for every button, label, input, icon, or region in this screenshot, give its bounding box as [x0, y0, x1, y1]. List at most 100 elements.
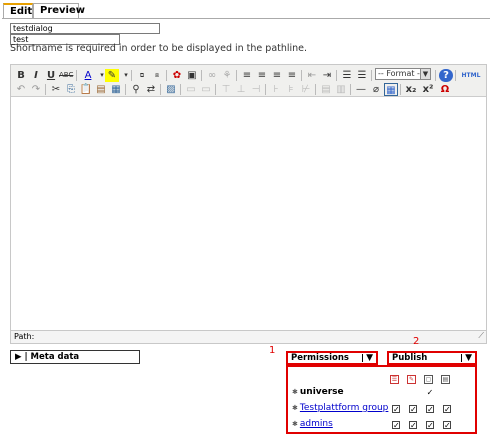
italic-icon[interactable]: I [29, 69, 43, 82]
resize-handle-icon[interactable]: ⟋ [478, 330, 484, 342]
toolbar-separator [350, 84, 351, 95]
permission-read-icon: ☰ [390, 375, 399, 384]
col-before-icon[interactable]: ⊦ [269, 83, 283, 96]
superscript-icon[interactable]: x² [421, 83, 435, 96]
format-select[interactable]: -- Format -- ▼ [375, 68, 431, 80]
group-icon: ✱ [292, 388, 298, 396]
unlink-icon[interactable]: ⚘ [220, 69, 234, 82]
outdent-icon[interactable]: ⇤ [305, 69, 319, 82]
permission-row-link[interactable]: Testplattform group [300, 403, 389, 413]
toolbar-separator [236, 70, 237, 81]
indent-icon[interactable]: ⇥ [320, 69, 334, 82]
permission-checkbox[interactable]: ✓ [426, 389, 434, 397]
replace-icon[interactable]: ⇄ [144, 83, 158, 96]
horizontal-rule-icon[interactable]: — [354, 83, 368, 96]
toolbar-separator [166, 70, 167, 81]
toolbar-separator [76, 70, 77, 81]
toolbar-separator [315, 84, 316, 95]
toolbar-separator [160, 84, 161, 95]
fullscreen-icon[interactable]: ▨ [164, 83, 178, 96]
bold-icon[interactable]: B [14, 69, 28, 82]
strikethrough-icon[interactable]: ABC [59, 69, 73, 82]
toolbar-separator [301, 70, 302, 81]
delete-row-icon[interactable]: ⊣ [249, 83, 263, 96]
permission-checkbox[interactable]: ✓ [409, 405, 417, 414]
link-icon[interactable]: ∞ [205, 69, 219, 82]
row-after-icon[interactable]: ⊥ [234, 83, 248, 96]
permission-checkbox[interactable]: ✓ [392, 421, 400, 430]
publish-dropdown[interactable]: Publish ▼ [387, 351, 477, 365]
rich-text-editor[interactable]: B I U ABC A ▾ ✎ ▾ ⧉ ⧈ ✿ ▣ ∞ ⚘ ≡ ≡ ≡ ≡ ⇤ … [10, 64, 487, 344]
permission-write-icon: ✎ [407, 375, 416, 384]
align-right-icon[interactable]: ≡ [270, 69, 284, 82]
permission-checkbox[interactable]: ✓ [443, 405, 451, 414]
underline-icon[interactable]: U [44, 69, 58, 82]
toolbar-separator [265, 84, 266, 95]
chevron-down-icon: ▼ [420, 69, 430, 79]
select-all-icon[interactable]: ⧉ [135, 69, 149, 82]
find-icon[interactable]: ⚲ [129, 83, 143, 96]
permission-row-link[interactable]: admins [300, 419, 333, 429]
align-center-icon[interactable]: ≡ [255, 69, 269, 82]
help-icon[interactable]: ? [439, 69, 453, 82]
permission-checkbox[interactable]: ✓ [392, 405, 400, 414]
meta-data-button[interactable]: ▶ | Meta data [10, 350, 140, 364]
split-cells-icon[interactable]: ▥ [334, 83, 348, 96]
group-icon: ✱ [292, 420, 298, 428]
permission-checkbox[interactable]: ✓ [426, 405, 434, 414]
font-color-icon[interactable]: A [81, 69, 95, 82]
subscript-icon[interactable]: x₂ [404, 83, 418, 96]
permissions-dropdown[interactable]: Permissions ▼ [286, 351, 378, 365]
permission-publish-icon: ▢ [424, 375, 433, 384]
permission-checkbox[interactable]: ✓ [409, 421, 417, 430]
group-icon: ✱ [292, 404, 298, 412]
toolbar-separator [180, 84, 181, 95]
toolbar-separator [400, 84, 401, 95]
dropdown-divider [362, 354, 363, 362]
special-char-icon[interactable]: Ω [438, 83, 452, 96]
redo-icon[interactable]: ↷ [29, 83, 43, 96]
html-icon[interactable]: HTML [459, 69, 483, 82]
insert-table-icon[interactable]: ✿ [170, 69, 184, 82]
undo-icon[interactable]: ↶ [14, 83, 28, 96]
visual-aid-icon[interactable]: ▦ [384, 83, 398, 96]
delete-col-icon[interactable]: ⊬ [299, 83, 313, 96]
toolbar-separator [45, 84, 46, 95]
paste-text-icon[interactable]: ▤ [94, 83, 108, 96]
edit-table-icon[interactable]: ▣ [185, 69, 199, 82]
toolbar-separator [455, 70, 456, 81]
copy-icon[interactable]: ⎘ [64, 83, 78, 96]
permission-row: ✱ universe [292, 387, 344, 397]
table-row-icon[interactable]: ▭ [184, 83, 198, 96]
permission-row: ✱ Testplattform group [292, 403, 388, 413]
col-after-icon[interactable]: ⊧ [284, 83, 298, 96]
permission-checkbox[interactable]: ✓ [443, 421, 451, 430]
paste-icon[interactable]: 📋 [79, 83, 93, 96]
paste-word-icon[interactable]: ▦ [109, 83, 123, 96]
ordered-list-icon[interactable]: ☰ [355, 69, 369, 82]
toolbar-separator [201, 70, 202, 81]
permissions-marker: 1 [269, 345, 276, 356]
highlight-color-icon[interactable]: ✎ [105, 69, 119, 82]
permission-checkbox[interactable]: ✓ [426, 421, 434, 430]
toolbar-separator [371, 70, 372, 81]
cleanup-icon[interactable]: ⧈ [150, 69, 164, 82]
toolbar-separator [435, 70, 436, 81]
toolbar-separator [336, 70, 337, 81]
merge-cells-icon[interactable]: ▤ [319, 83, 333, 96]
chevron-down-icon: ▼ [465, 353, 472, 363]
row-before-icon[interactable]: ⊤ [219, 83, 233, 96]
title-input[interactable]: testdialog [10, 23, 160, 34]
tab-preview[interactable]: Preview [33, 3, 85, 19]
unordered-list-icon[interactable]: ☰ [340, 69, 354, 82]
chevron-down-icon: ▼ [366, 353, 373, 363]
remove-format-icon[interactable]: ⌀ [369, 83, 383, 96]
cut-icon[interactable]: ✂ [49, 83, 63, 96]
tab-divider [2, 18, 490, 19]
table-col-icon[interactable]: ▭ [199, 83, 213, 96]
align-justify-icon[interactable]: ≡ [285, 69, 299, 82]
toolbar-separator [131, 70, 132, 81]
align-left-icon[interactable]: ≡ [240, 69, 254, 82]
format-select-value: -- Format -- [378, 69, 423, 78]
tab-edit[interactable]: Edit [3, 3, 33, 19]
